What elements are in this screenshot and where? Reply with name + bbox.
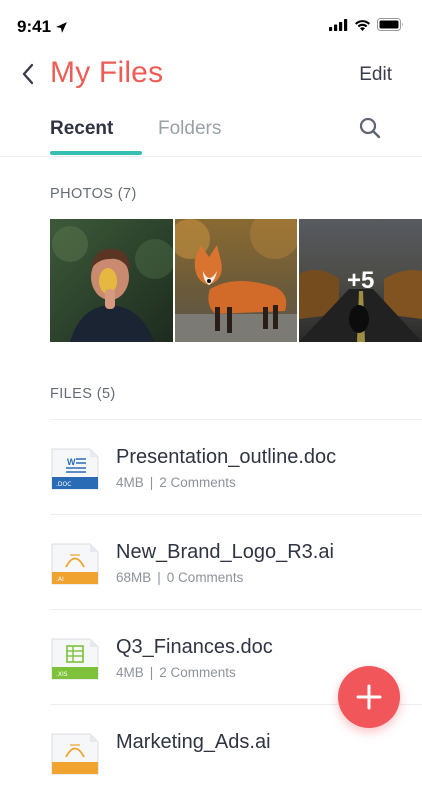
file-name: New_Brand_Logo_R3.ai (116, 541, 334, 563)
cellular-signal-icon (329, 18, 348, 31)
plus-icon (356, 684, 382, 710)
file-size: 4MB (116, 665, 144, 680)
svg-text:.DOC: .DOC (56, 481, 71, 488)
photo-grid: +5 (50, 219, 422, 342)
battery-icon (377, 18, 403, 31)
tab-bar: Recent Folders (0, 108, 422, 157)
more-photos-count: +5 (299, 219, 422, 342)
meta-separator: | (149, 665, 154, 680)
status-bar: 9:41 (0, 0, 422, 50)
file-name: Q3_Finances.doc (116, 636, 273, 658)
status-time: 9:41 (17, 17, 68, 37)
status-indicators (329, 18, 404, 31)
file-size: 68MB (116, 570, 152, 585)
file-row[interactable]: .AI New_Brand_Logo_R3.ai 68MB | 0 Comments (50, 514, 422, 609)
photo-thumbnail-fox[interactable] (174, 219, 298, 342)
back-button[interactable] (16, 60, 40, 88)
meta-separator: | (149, 475, 154, 490)
edit-button[interactable]: Edit (359, 64, 392, 86)
xls-file-icon: .XIS (50, 637, 100, 681)
svg-text:.XIS: .XIS (56, 671, 68, 678)
tab-folders[interactable]: Folders (158, 118, 221, 140)
search-icon (359, 117, 381, 139)
location-arrow-icon (56, 21, 67, 33)
svg-text:.AI: .AI (56, 576, 64, 583)
ai-file-icon (50, 732, 100, 776)
search-button[interactable] (358, 116, 382, 140)
photos-section-label: PHOTOS (7) (50, 186, 137, 202)
chevron-left-icon (22, 63, 34, 85)
header: My Files Edit (0, 52, 422, 98)
file-row[interactable]: .DOC W Presentation_outline.doc 4MB | 2 Co… (50, 419, 422, 514)
file-comments: 2 Comments (159, 475, 236, 490)
page-title: My Files (50, 56, 164, 89)
add-file-button[interactable] (338, 666, 400, 728)
file-meta: 4MB | 2 Comments (116, 475, 236, 490)
files-section-label: FILES (5) (50, 386, 116, 402)
active-tab-indicator (50, 151, 142, 155)
file-meta: 4MB | 2 Comments (116, 665, 236, 680)
doc-file-icon: .DOC W (50, 447, 100, 491)
ai-file-icon: .AI (50, 542, 100, 586)
photo-thumbnail-person-leaf[interactable] (50, 219, 173, 342)
file-comments: 2 Comments (159, 665, 236, 680)
clock-label: 9:41 (17, 17, 52, 36)
photo-thumbnail-road[interactable]: +5 (299, 219, 422, 342)
meta-separator: | (157, 570, 161, 585)
wifi-icon (355, 19, 370, 31)
file-list: .DOC W Presentation_outline.doc 4MB | 2 Co… (50, 419, 422, 799)
file-size: 4MB (116, 475, 144, 490)
file-name: Marketing_Ads.ai (116, 731, 271, 753)
file-name: Presentation_outline.doc (116, 446, 337, 468)
tab-recent[interactable]: Recent (50, 118, 113, 140)
svg-text:W: W (67, 457, 76, 467)
file-comments: 0 Comments (166, 570, 244, 585)
file-meta: 68MB | 0 Comments (116, 570, 243, 585)
